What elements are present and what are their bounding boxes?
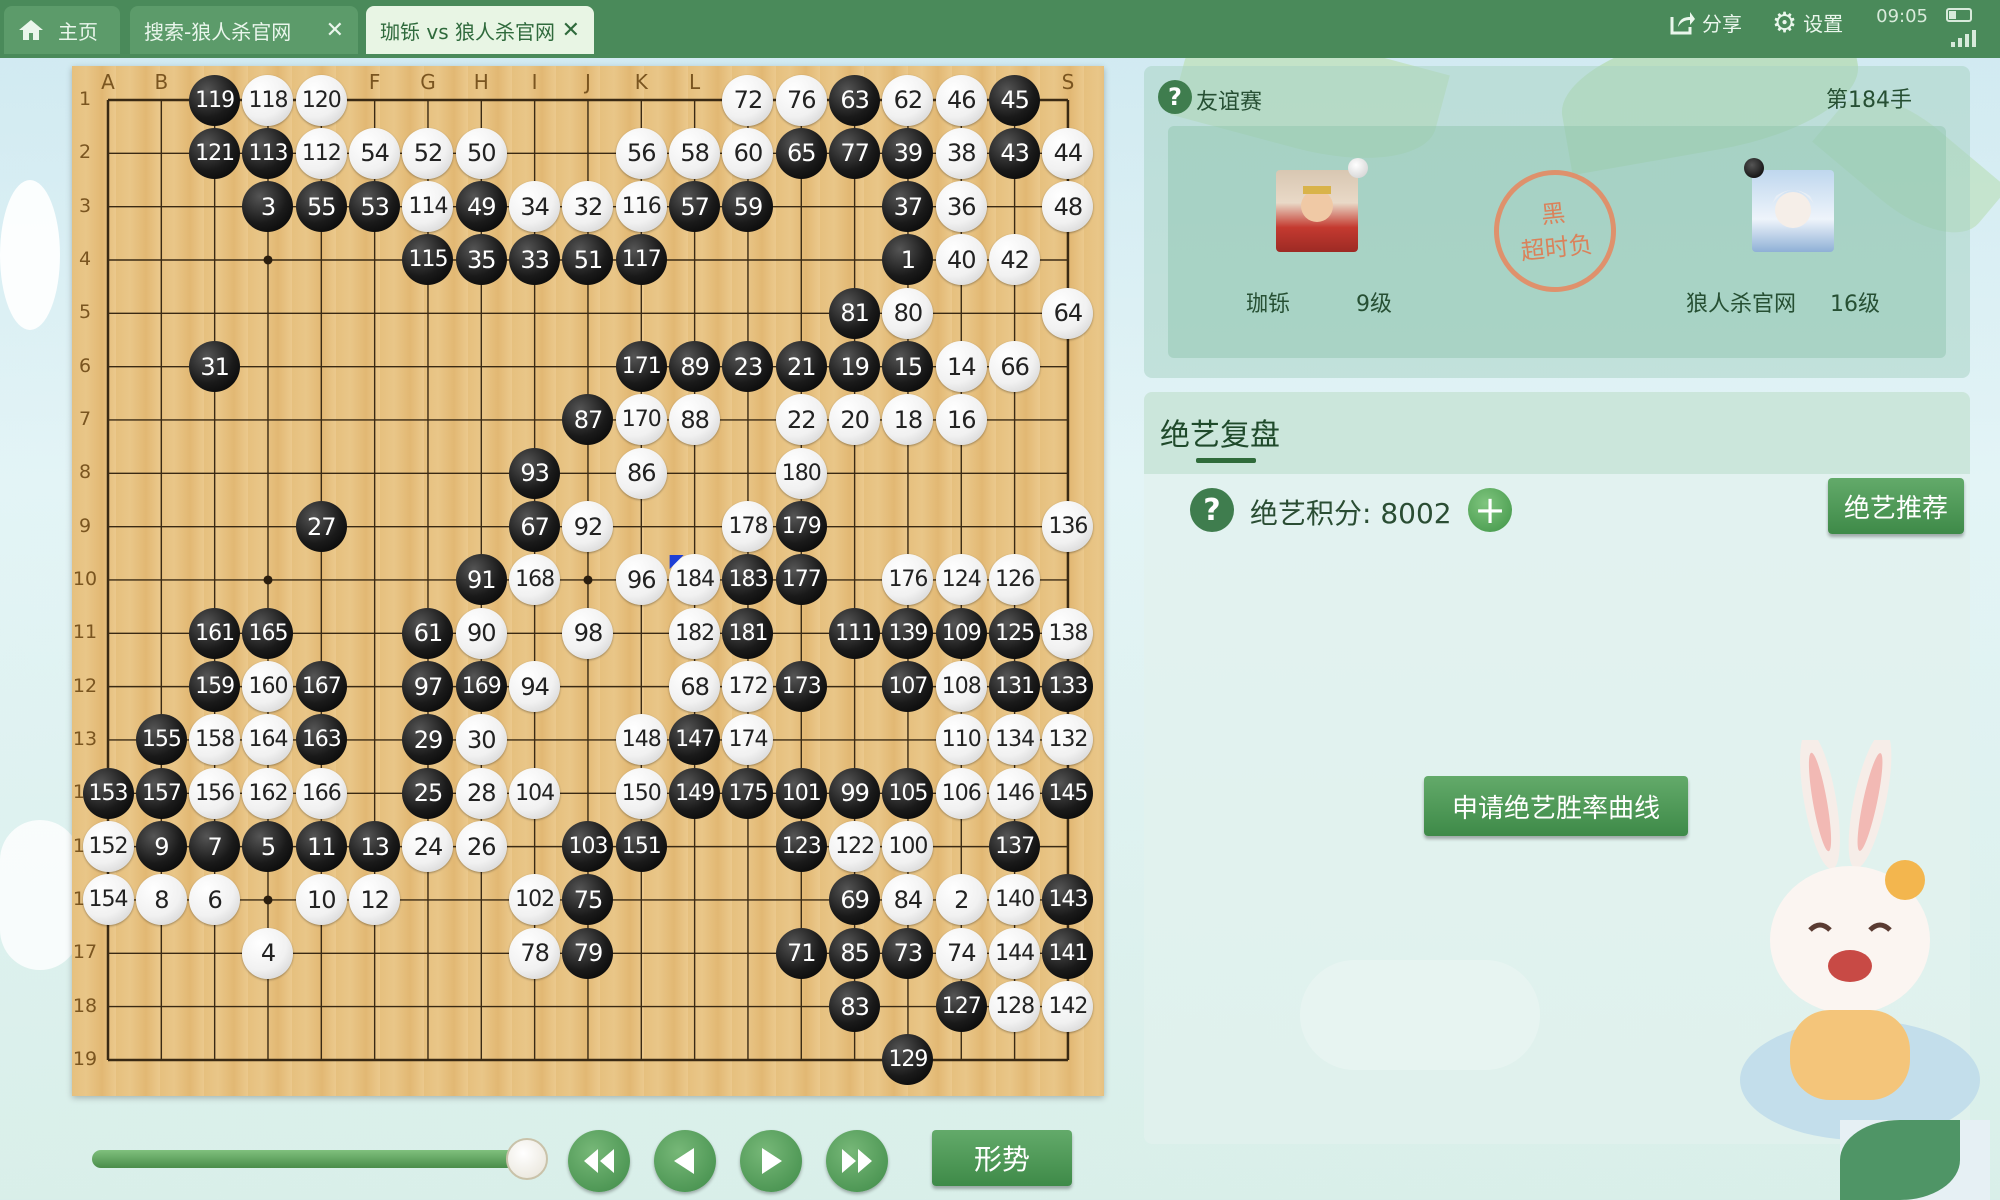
signal-icon — [1951, 30, 1976, 47]
background-leaf — [0, 180, 60, 330]
close-icon[interactable]: ✕ — [326, 18, 344, 43]
help-icon[interactable]: ? — [1190, 488, 1234, 532]
home-icon — [18, 18, 44, 42]
clock: 09:05 — [1876, 6, 1928, 27]
player-right-rank: 16级 — [1830, 292, 1880, 317]
tab-home[interactable]: 主页 — [4, 6, 120, 54]
help-icon[interactable]: ? — [1158, 80, 1192, 114]
first-move-button[interactable] — [568, 1130, 630, 1192]
next-move-button[interactable] — [740, 1130, 802, 1192]
last-move-marker — [669, 554, 684, 569]
recommend-button[interactable]: 绝艺推荐 — [1828, 478, 1964, 534]
win-rate-curve-button[interactable]: 申请绝艺胜率曲线 — [1424, 776, 1688, 836]
move-slider-knob[interactable] — [506, 1138, 548, 1180]
share-label: 分享 — [1702, 12, 1742, 36]
player-left-rank: 9级 — [1356, 292, 1392, 317]
situation-button[interactable]: 形势 — [932, 1130, 1072, 1186]
result-reason: 超时负 — [1519, 230, 1595, 266]
tab-game[interactable]: 珈铄 vs 狼人杀官网 ✕ — [366, 6, 594, 54]
tab-search-label: 搜索-狼人杀官网 — [144, 19, 292, 44]
gear-icon: ⚙ — [1772, 5, 1798, 39]
avatar-right — [1752, 170, 1834, 252]
previous-move-button[interactable] — [654, 1130, 716, 1192]
settings-button[interactable]: ⚙ 设置 — [1772, 8, 1843, 37]
tab-game-label: 珈铄 vs 狼人杀官网 — [380, 19, 555, 44]
tab-search[interactable]: 搜索-狼人杀官网 ✕ — [130, 6, 358, 54]
player-right-name: 狼人杀官网 — [1686, 292, 1797, 317]
white-turn-indicator — [1348, 158, 1368, 178]
tab-home-label: 主页 — [58, 19, 98, 44]
rewind-icon — [584, 1149, 614, 1173]
battery-icon — [1946, 8, 1972, 22]
background-cloud — [0, 820, 80, 970]
go-board[interactable]: ABFGHIJKLS123456789101112131415161718191… — [72, 66, 1104, 1096]
last-move-button[interactable] — [826, 1130, 888, 1192]
review-title-underline — [1196, 458, 1256, 463]
avatar-left — [1276, 170, 1358, 252]
black-turn-indicator — [1744, 158, 1764, 178]
game-type: 友谊赛 — [1196, 90, 1263, 115]
previous-icon — [674, 1148, 694, 1174]
move-count: 第184手 — [1826, 88, 1912, 113]
top-bar: 主页 搜索-狼人杀官网 ✕ 珈铄 vs 狼人杀官网 ✕ 分享 ⚙ 设置 09:0… — [0, 0, 2000, 58]
close-icon[interactable]: ✕ — [562, 18, 580, 43]
background-leaf — [1840, 1120, 1960, 1200]
review-title[interactable]: 绝艺复盘 — [1160, 410, 1280, 454]
score-label: 绝艺积分: 8002 — [1250, 497, 1452, 530]
player-left-name: 珈铄 — [1246, 292, 1291, 317]
result-winner: 黑 — [1539, 198, 1567, 230]
last-move-overlay — [669, 554, 684, 569]
move-slider-track[interactable] — [92, 1150, 532, 1168]
next-icon — [762, 1148, 782, 1174]
settings-label: 设置 — [1803, 12, 1844, 36]
share-icon — [1670, 11, 1695, 34]
add-points-icon[interactable]: + — [1468, 488, 1512, 532]
fast-forward-icon — [842, 1149, 872, 1173]
share-button[interactable]: 分享 — [1668, 8, 1742, 37]
